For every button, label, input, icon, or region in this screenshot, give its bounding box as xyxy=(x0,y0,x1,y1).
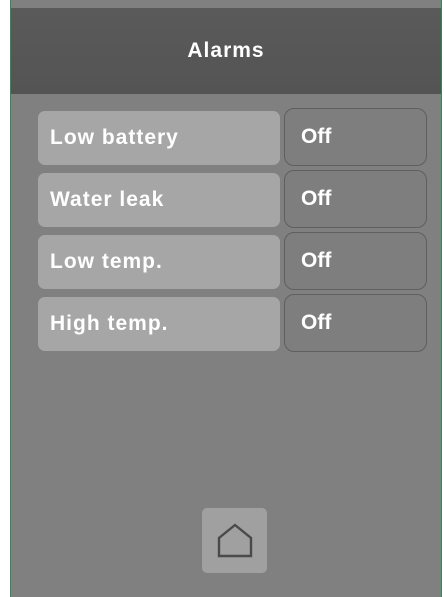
alarm-label: Low battery xyxy=(38,111,280,165)
home-icon xyxy=(217,522,252,557)
alarm-toggle-button[interactable]: Off xyxy=(284,232,427,290)
alarm-toggle-button[interactable]: Off xyxy=(284,108,427,166)
alarm-list: Low battery Off Water leak Off Low temp.… xyxy=(38,108,430,356)
header-bar: Alarms xyxy=(11,8,441,94)
home-button[interactable] xyxy=(202,508,267,573)
alarm-label: Water leak xyxy=(38,173,280,227)
alarm-toggle-button[interactable]: Off xyxy=(284,294,427,352)
alarm-row-low-battery: Low battery Off xyxy=(38,108,430,170)
alarm-row-water-leak: Water leak Off xyxy=(38,170,430,232)
alarm-label: High temp. xyxy=(38,297,280,351)
alarm-toggle-button[interactable]: Off xyxy=(284,170,427,228)
alarm-label: Low temp. xyxy=(38,235,280,289)
alarms-screen: Alarms Low battery Off Water leak Off Lo… xyxy=(10,0,442,597)
alarm-row-low-temp: Low temp. Off xyxy=(38,232,430,294)
alarm-row-high-temp: High temp. Off xyxy=(38,294,430,356)
page-title: Alarms xyxy=(187,39,265,62)
